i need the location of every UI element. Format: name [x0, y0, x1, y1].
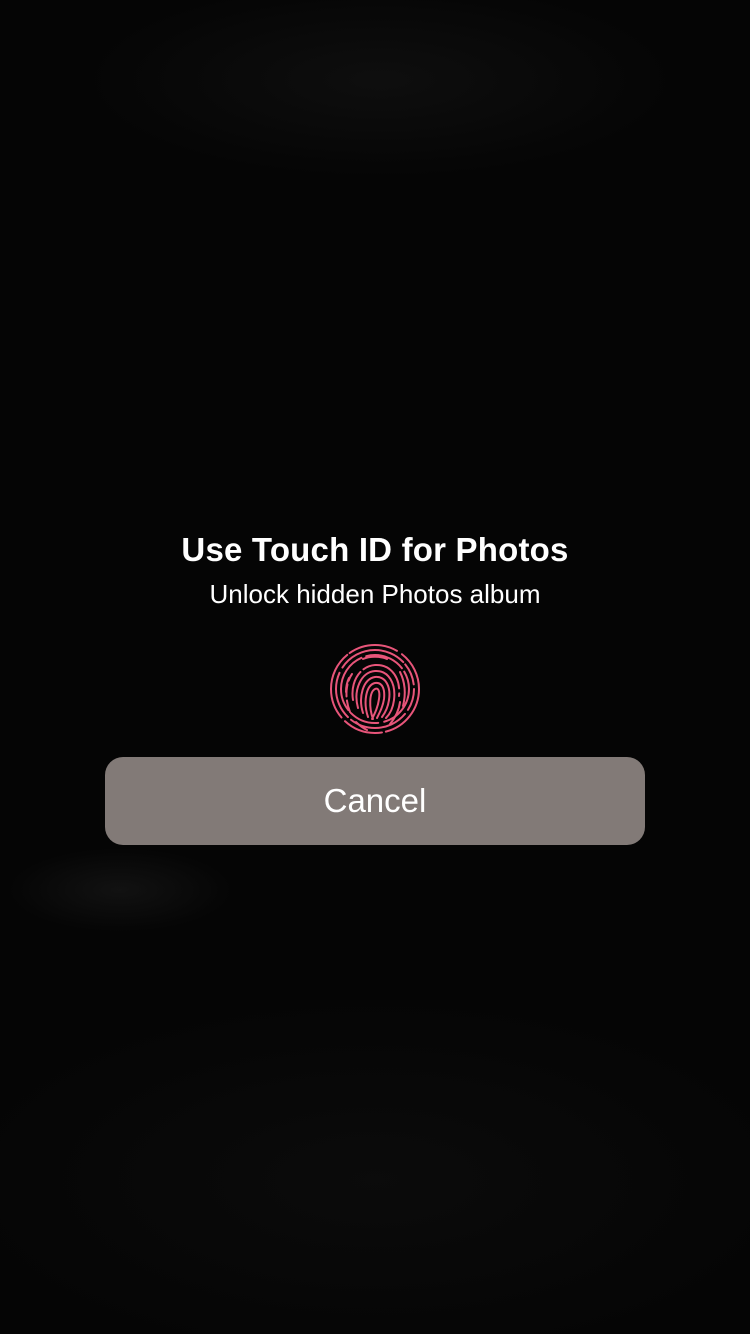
touch-id-screen: Use Touch ID for Photos Unlock hidden Ph…: [0, 0, 750, 1334]
fingerprint-icon: [328, 642, 422, 736]
cancel-button[interactable]: Cancel: [105, 757, 645, 845]
prompt-subtitle: Unlock hidden Photos album: [209, 579, 541, 609]
prompt-title: Use Touch ID for Photos: [181, 531, 569, 568]
